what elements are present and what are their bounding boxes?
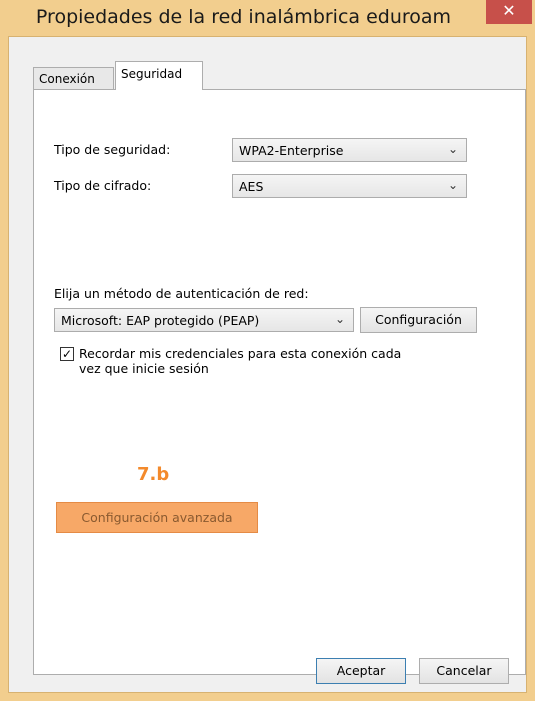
auth-method-value: Microsoft: EAP protegido (PEAP) [61, 313, 260, 328]
cipher-type-label: Tipo de cifrado: [54, 178, 152, 193]
remember-credentials-line2: vez que inicie sesión [79, 361, 209, 376]
ok-button[interactable]: Aceptar [316, 658, 406, 684]
remember-credentials-line1: Recordar mis credenciales para esta cone… [79, 346, 402, 361]
chevron-down-icon: ⌄ [447, 178, 458, 192]
window-title: Propiedades de la red inalámbrica eduroa… [35, 6, 452, 28]
security-type-select[interactable]: WPA2-Enterprise ⌄ [232, 138, 467, 162]
title-bar: Propiedades de la red inalámbrica eduroa… [0, 0, 535, 36]
chevron-down-icon: ⌄ [447, 142, 458, 156]
cancel-button[interactable]: Cancelar [419, 658, 509, 684]
chevron-down-icon: ⌄ [334, 312, 345, 326]
advanced-settings-button[interactable]: Configuración avanzada [56, 502, 258, 533]
auth-method-label: Elija un método de autenticación de red: [54, 286, 309, 301]
security-panel: Tipo de seguridad: WPA2-Enterprise ⌄ Tip… [33, 89, 526, 675]
tab-conexion[interactable]: Conexión [33, 67, 114, 89]
close-button[interactable]: ✕ [486, 0, 532, 24]
auth-config-button[interactable]: Configuración [360, 307, 477, 333]
dialog-body: Conexión Seguridad Tipo de seguridad: WP… [8, 36, 527, 693]
cipher-type-value: AES [239, 179, 264, 194]
cipher-type-select[interactable]: AES ⌄ [232, 174, 467, 198]
step-annotation: 7.b [137, 464, 170, 485]
tab-seguridad[interactable]: Seguridad [115, 61, 203, 90]
dialog-window: Propiedades de la red inalámbrica eduroa… [0, 0, 535, 701]
auth-method-select[interactable]: Microsoft: EAP protegido (PEAP) ⌄ [54, 308, 354, 332]
remember-credentials-checkbox[interactable]: ✓ [60, 347, 74, 361]
security-type-label: Tipo de seguridad: [54, 142, 171, 157]
security-type-value: WPA2-Enterprise [239, 143, 344, 158]
